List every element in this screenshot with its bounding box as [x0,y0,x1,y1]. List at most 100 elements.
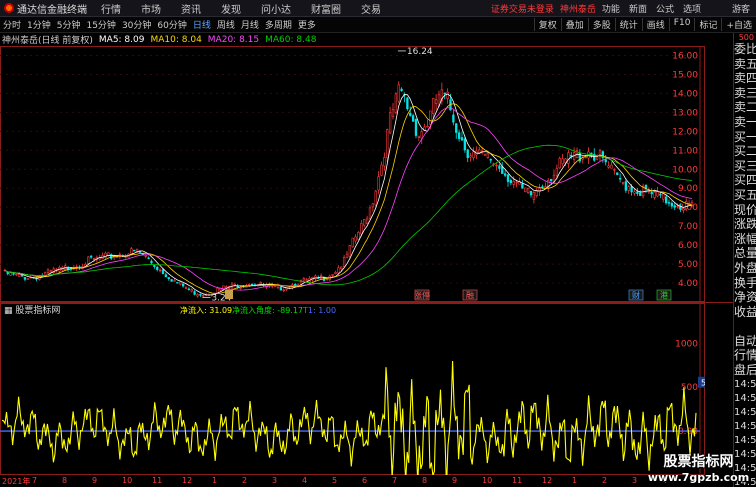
side-panel-item[interactable]: 涨跌 [734,217,756,232]
candle-body[interactable] [446,91,449,99]
candle-body[interactable] [457,132,461,139]
tool-stats[interactable]: 统计 [614,18,642,31]
candle-body[interactable] [199,294,202,296]
candle-body[interactable] [18,273,21,277]
side-panel-item[interactable]: 涨幅 [734,232,756,247]
candle-body[interactable] [334,272,337,274]
candle-body[interactable] [630,186,633,193]
candle-body[interactable] [584,156,587,159]
candle-body[interactable] [46,269,50,273]
candle-body[interactable] [486,153,490,158]
indicator-name[interactable]: ▦ 股票指标网 [4,304,60,316]
side-panel-item[interactable]: 14:50 [734,378,756,392]
candle-body[interactable] [561,158,564,165]
candle-body[interactable] [411,115,415,122]
candle-body[interactable] [138,251,142,253]
candle-body[interactable] [397,84,400,102]
menu-item-assistant[interactable]: 问小达 [251,1,301,16]
user-label[interactable]: 游客 [710,2,750,15]
candle-body[interactable] [345,253,349,259]
candle-body[interactable] [342,257,346,267]
candle-body[interactable] [305,279,308,282]
candle-body[interactable] [633,191,636,194]
candle-body[interactable] [498,165,501,169]
candle-body[interactable] [426,125,429,128]
side-panel-item[interactable]: 卖四 [734,71,756,86]
period-weekly[interactable]: 周线 [214,18,238,31]
candle-body[interactable] [179,281,182,285]
candle-body[interactable] [161,269,165,275]
candle-body[interactable] [124,256,127,258]
menu-item-quotes[interactable]: 行情 [91,1,131,16]
app-logo[interactable]: 通达信金融终端 [0,1,91,16]
candle-body[interactable] [190,289,193,292]
tool-overlay[interactable]: 叠加 [560,18,588,31]
candle-body[interactable] [348,245,352,258]
candle-body[interactable] [512,181,515,185]
candle-body[interactable] [12,273,15,275]
candle-body[interactable] [259,282,262,285]
candle-body[interactable] [682,208,685,211]
period-intraday[interactable]: 分时 [0,18,24,31]
candle-body[interactable] [673,205,676,208]
candle-body[interactable] [452,114,455,123]
candle-body[interactable] [489,158,492,161]
candle-body[interactable] [193,291,196,295]
candle-body[interactable] [472,151,475,158]
menu-item-formula[interactable]: 公式 [656,2,674,15]
candle-body[interactable] [6,271,9,275]
period-1min[interactable]: 1分钟 [24,18,54,31]
candle-body[interactable] [521,183,524,189]
candle-body[interactable] [87,256,90,264]
period-daily[interactable]: 日线 [190,18,214,31]
candle-body[interactable] [388,112,392,134]
candle-body[interactable] [587,151,590,159]
candle-body[interactable] [377,176,380,191]
candle-body[interactable] [570,155,573,157]
side-panel-item[interactable]: 收益 [734,305,756,320]
candle-body[interactable] [432,98,435,114]
candle-body[interactable] [279,287,283,291]
candle-body[interactable] [394,93,398,113]
tool-adjust[interactable]: 复权 [533,18,561,31]
candle-body[interactable] [595,156,599,160]
side-panel-item[interactable]: 买四 [734,173,756,188]
candle-body[interactable] [147,257,150,260]
candle-body[interactable] [365,218,369,224]
dividend-marker[interactable] [225,290,233,299]
side-panel-item[interactable]: 买二 [734,144,756,159]
candle-body[interactable] [153,265,156,267]
candle-body[interactable] [639,192,642,196]
tool-mark[interactable]: 标记 [694,18,721,31]
candle-body[interactable] [374,190,377,206]
side-panel-item[interactable]: 委比 [734,42,756,57]
period-30min[interactable]: 30分钟 [119,18,154,31]
candle-body[interactable] [184,287,188,289]
side-panel-item[interactable]: 14:50 [734,406,756,420]
side-panel-item[interactable]: 盘后 [734,363,756,378]
indicator-chart[interactable]: ▦ 股票指标网 净流入: 31.09 净流入角度: -89.17 T1: 1.00 10… [0,303,705,475]
candle-body[interactable] [23,277,27,280]
candle-body[interactable] [613,169,616,171]
candle-body[interactable] [604,159,607,163]
side-panel-item[interactable]: 卖一 [734,115,756,130]
candle-body[interactable] [167,277,170,280]
menu-item-discover[interactable]: 发现 [211,1,251,16]
candle-body[interactable] [250,283,254,286]
candle-body[interactable] [360,222,363,235]
candle-body[interactable] [363,219,366,226]
side-panel-item[interactable]: 14:50 [734,434,756,448]
candle-body[interactable] [455,123,458,133]
candle-body[interactable] [406,97,409,110]
candle-body[interactable] [434,99,438,104]
tool-add-watchlist[interactable]: +自选 [721,18,756,31]
candle-body[interactable] [506,174,510,182]
side-panel-item[interactable]: 卖五 [734,57,756,72]
candle-body[interactable] [483,153,487,156]
candle-body[interactable] [20,274,24,277]
candle-body[interactable] [400,88,403,91]
candle-body[interactable] [607,165,610,168]
candle-body[interactable] [501,166,504,174]
side-panel-item[interactable]: 卖二 [734,100,756,115]
candle-body[interactable] [187,288,191,291]
